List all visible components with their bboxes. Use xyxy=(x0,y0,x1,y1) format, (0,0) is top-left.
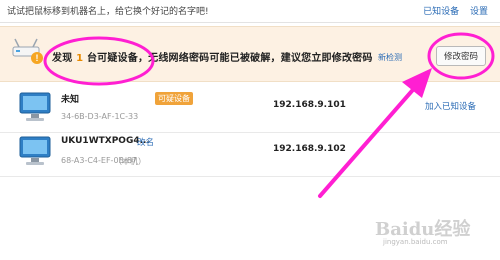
local-machine-label: （本机） xyxy=(114,157,146,166)
suspicious-count: 1 xyxy=(76,53,84,64)
monitor-icon xyxy=(19,92,51,121)
device-row: UKU1WTXPOG4... 改名 68-A3-C4-EF-0B-87 （本机）… xyxy=(0,132,500,177)
change-password-button[interactable]: 修改密码 xyxy=(436,46,486,66)
device-row: 未知 可疑设备 34-6B-D3-AF-1C-33 192.168.9.101 … xyxy=(0,88,500,133)
device-ip: 192.168.9.101 xyxy=(273,100,346,110)
monitor-icon xyxy=(19,136,51,165)
suspicious-badge: 可疑设备 xyxy=(155,92,193,105)
watermark-url: jingyan.baidu.com xyxy=(383,238,448,246)
top-links: 已知设备 设置 xyxy=(415,4,488,17)
svg-text:!: ! xyxy=(36,53,39,63)
known-devices-link[interactable]: 已知设备 xyxy=(423,7,459,17)
add-known-device-link[interactable]: 加入已知设备 xyxy=(425,100,476,112)
alert-message: 发现 1 台可疑设备，无线网络密码可能已被破解，建议您立即修改密码 xyxy=(52,53,373,64)
alert-banner: ! 发现 1 台可疑设备，无线网络密码可能已被破解，建议您立即修改密码 新检测 xyxy=(0,26,500,82)
device-name[interactable]: 未知 xyxy=(61,92,79,105)
device-ip: 192.168.9.102 xyxy=(273,144,346,154)
router-warning-icon: ! xyxy=(12,38,43,64)
top-bar: 试试把鼠标移到机器名上，给它换个好记的名字吧! 已知设备 设置 xyxy=(0,0,500,23)
hint-text: 试试把鼠标移到机器名上，给它换个好记的名字吧! xyxy=(7,7,209,17)
settings-link[interactable]: 设置 xyxy=(470,7,488,17)
recheck-link[interactable]: 新检测 xyxy=(378,52,402,63)
rename-link[interactable]: 改名 xyxy=(137,136,154,148)
device-mac: 34-6B-D3-AF-1C-33 xyxy=(61,112,139,121)
